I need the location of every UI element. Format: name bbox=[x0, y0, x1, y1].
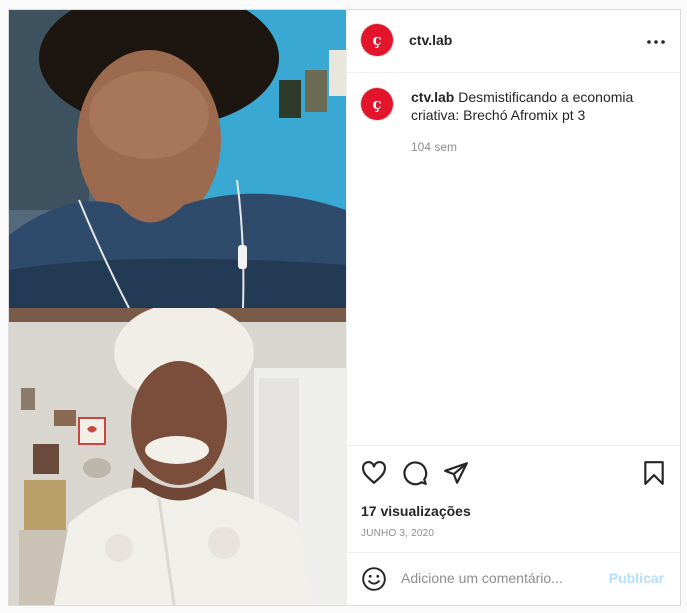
publish-button[interactable]: Publicar bbox=[609, 570, 664, 586]
comment-bar: Adicione um comentário... Publicar bbox=[347, 552, 680, 605]
bookmark-icon[interactable] bbox=[641, 460, 667, 486]
share-icon[interactable] bbox=[443, 460, 469, 486]
caption-username[interactable]: ctv.lab bbox=[411, 89, 454, 105]
participant-two-image bbox=[9, 308, 346, 605]
avatar[interactable]: ç bbox=[361, 24, 393, 56]
caption: ctv.lab Desmistificando a economia criat… bbox=[411, 88, 651, 124]
post-sidebar: ç ctv.lab ç ctv.lab Desmistificando a ec… bbox=[346, 10, 680, 605]
header-username[interactable]: ctv.lab bbox=[409, 32, 452, 48]
comment-icon[interactable] bbox=[402, 460, 428, 486]
post-date: JUNHO 3, 2020 bbox=[361, 528, 435, 539]
post-video[interactable] bbox=[9, 10, 346, 605]
heart-icon[interactable] bbox=[361, 460, 387, 486]
video-bottom-participant bbox=[9, 308, 346, 605]
emoji-icon[interactable] bbox=[361, 566, 387, 592]
caption-avatar-letter: ç bbox=[372, 95, 382, 113]
participant-one-image bbox=[9, 10, 346, 308]
post-header: ç ctv.lab bbox=[347, 10, 680, 73]
post-age[interactable]: 104 sem bbox=[411, 140, 457, 154]
action-section: 17 visualizações JUNHO 3, 2020 bbox=[347, 445, 680, 566]
post-card: ç ctv.lab ç ctv.lab Desmistificando a ec… bbox=[8, 9, 681, 606]
comment-input[interactable]: Adicione um comentário... bbox=[401, 570, 563, 586]
views-count[interactable]: 17 visualizações bbox=[361, 503, 471, 519]
avatar-letter: ç bbox=[372, 31, 382, 49]
video-top-participant bbox=[9, 10, 346, 308]
caption-avatar[interactable]: ç bbox=[361, 88, 393, 120]
more-options-icon[interactable] bbox=[646, 32, 666, 52]
